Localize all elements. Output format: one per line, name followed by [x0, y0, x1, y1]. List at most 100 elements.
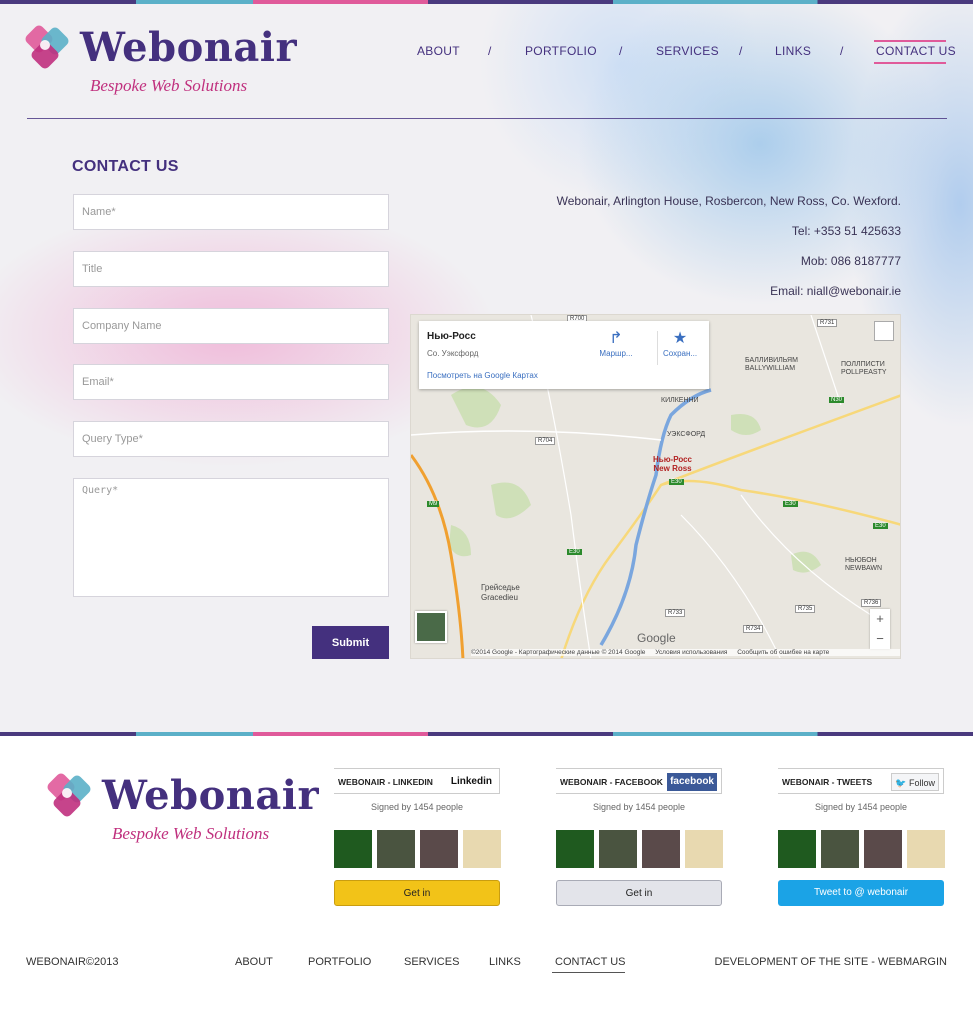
avatar[interactable] — [821, 830, 859, 868]
avatar[interactable] — [907, 830, 945, 868]
map-road-label: R735 — [795, 605, 816, 613]
map-road — [810, 315, 842, 406]
nav-contact-us[interactable]: CONTACT US — [876, 44, 956, 58]
facebook-get-in-button[interactable]: Get in — [556, 880, 722, 906]
footer-nav-portfolio[interactable]: PORTFOLIO — [308, 956, 371, 968]
linkedin-get-in-button[interactable]: Get in — [334, 880, 500, 906]
map-pin-label: Нью-Росс New Ross — [653, 455, 693, 473]
map-road-label: E30 — [669, 479, 684, 485]
footer-nav-links[interactable]: LINKS — [489, 956, 521, 968]
nav-services[interactable]: SERVICES — [656, 44, 719, 58]
footer-nav-contact-us[interactable]: CONTACT US — [555, 956, 626, 968]
footer-nav-about[interactable]: ABOUT — [235, 956, 273, 968]
title-field[interactable] — [73, 251, 389, 287]
widget-header: WEBONAIR - FACEBOOK facebook — [556, 768, 722, 794]
twitter-widget: WEBONAIR - TWEETS 🐦 Follow Signed by 145… — [778, 766, 946, 916]
map-road-label: R734 — [743, 625, 764, 633]
nav-separator: / — [619, 44, 623, 58]
nav-active-indicator-top — [874, 40, 946, 42]
map-road-label: R733 — [665, 609, 686, 617]
map-green-area — [451, 387, 501, 428]
site-logo[interactable]: Webonair Bespoke Web Solutions — [23, 23, 298, 100]
avatar[interactable] — [864, 830, 902, 868]
map-place-title: Нью-Росс — [427, 331, 476, 342]
map-place-label: УЭКСФОРД — [667, 431, 706, 438]
map-road-label: E30 — [873, 523, 888, 529]
avatar[interactable] — [685, 830, 723, 868]
google-map[interactable]: R700 R731 N30 R704 E30 M9 E30 E30 E30 R7… — [410, 314, 901, 659]
nav-separator: / — [739, 44, 743, 58]
view-on-google-maps-link[interactable]: Посмотреть на Google Картах — [427, 371, 538, 380]
contact-email-label: Email: — [770, 284, 804, 298]
map-save-button[interactable]: ★ Сохран... — [655, 329, 705, 358]
map-place-region: Со. Уэксфорд — [427, 349, 479, 358]
contact-email-link[interactable]: niall@webonair.ie — [807, 284, 901, 298]
logo-tagline: Bespoke Web Solutions — [90, 76, 248, 95]
map-terms-link[interactable]: Условия использования — [655, 649, 727, 656]
developer-credit[interactable]: DEVELOPMENT OF THE SITE - WEBMARGIN — [715, 956, 947, 968]
facebook-icon[interactable]: facebook — [667, 773, 717, 791]
company-name-field[interactable] — [73, 308, 389, 344]
email-field[interactable] — [73, 364, 389, 400]
linkedin-icon[interactable]: Linkedin — [447, 773, 495, 791]
map-street-view-icon[interactable] — [874, 321, 894, 341]
twitter-bird-icon: 🐦 — [895, 778, 907, 788]
map-directions-button[interactable]: ↱ Маршр... — [591, 329, 641, 358]
avatar[interactable] — [778, 830, 816, 868]
map-road-label: M9 — [427, 501, 440, 507]
contact-mob: Mob: 086 8187777 — [800, 254, 901, 268]
map-info-card: Нью-Росс Со. Уэксфорд Посмотреть на Goog… — [419, 321, 709, 389]
directions-icon: ↱ — [609, 330, 623, 347]
map-road-label: N30 — [829, 397, 845, 403]
nav-about[interactable]: ABOUT — [417, 44, 460, 58]
avatar[interactable] — [420, 830, 458, 868]
zoom-in-button[interactable]: + — [870, 609, 890, 629]
logo-wordmark: Webonair — [80, 24, 298, 71]
map-place-label: BALLYWILLIAM — [745, 365, 796, 372]
copyright: WEBONAIR©2013 — [26, 956, 119, 968]
widget-signed-count: Signed by 1454 people — [814, 802, 908, 812]
submit-button[interactable]: Submit — [312, 626, 389, 659]
map-place-label: Грейседье — [481, 583, 520, 592]
logo-wordmark: Webonair — [102, 772, 320, 819]
map-green-area — [491, 482, 531, 519]
widget-header: WEBONAIR - TWEETS 🐦 Follow — [778, 768, 944, 794]
nav-separator: / — [488, 44, 492, 58]
footer-logo[interactable]: Webonair Bespoke Web Solutions — [45, 771, 320, 848]
contact-tel: Tel: +353 51 425633 — [791, 224, 901, 238]
nav-links[interactable]: LINKS — [775, 44, 811, 58]
map-place-label: КИЛКЕННИ — [661, 397, 699, 404]
query-textarea[interactable] — [73, 478, 389, 597]
nav-portfolio[interactable]: PORTFOLIO — [525, 44, 597, 58]
avatar[interactable] — [334, 830, 372, 868]
google-logo: Google — [637, 631, 676, 645]
zoom-out-button[interactable]: − — [870, 629, 890, 649]
widget-avatars — [778, 830, 946, 868]
avatar[interactable] — [599, 830, 637, 868]
map-green-area — [791, 551, 821, 573]
header-divider — [27, 118, 947, 119]
footer-nav-services[interactable]: SERVICES — [404, 956, 459, 968]
query-type-field[interactable] — [73, 421, 389, 457]
map-attribution: ©2014 Google - Картографические данные ©… — [471, 649, 900, 656]
avatar[interactable] — [556, 830, 594, 868]
widget-header: WEBONAIR - LINKEDIN Linkedin — [334, 768, 500, 794]
map-place-label: Gracedieu — [481, 593, 518, 602]
map-place-label: POLLPEASTY — [841, 369, 887, 376]
twitter-follow-button[interactable]: 🐦 Follow — [891, 773, 939, 791]
tweet-button[interactable]: Tweet to @ webonair — [778, 880, 944, 906]
name-field[interactable] — [73, 194, 389, 230]
logo-mark-icon — [23, 23, 71, 72]
avatar[interactable] — [377, 830, 415, 868]
widget-avatars — [334, 830, 502, 868]
map-report-link[interactable]: Сообщить об ошибке на карте — [737, 649, 829, 656]
map-green-area — [449, 525, 471, 557]
widget-avatars — [556, 830, 724, 868]
map-place-label: НЬЮБОН — [845, 557, 877, 564]
star-icon: ★ — [672, 330, 688, 347]
widget-signed-count: Signed by 1454 people — [592, 802, 686, 812]
avatar[interactable] — [463, 830, 501, 868]
map-satellite-toggle[interactable] — [415, 611, 447, 643]
map-road-label: R731 — [817, 319, 838, 327]
avatar[interactable] — [642, 830, 680, 868]
